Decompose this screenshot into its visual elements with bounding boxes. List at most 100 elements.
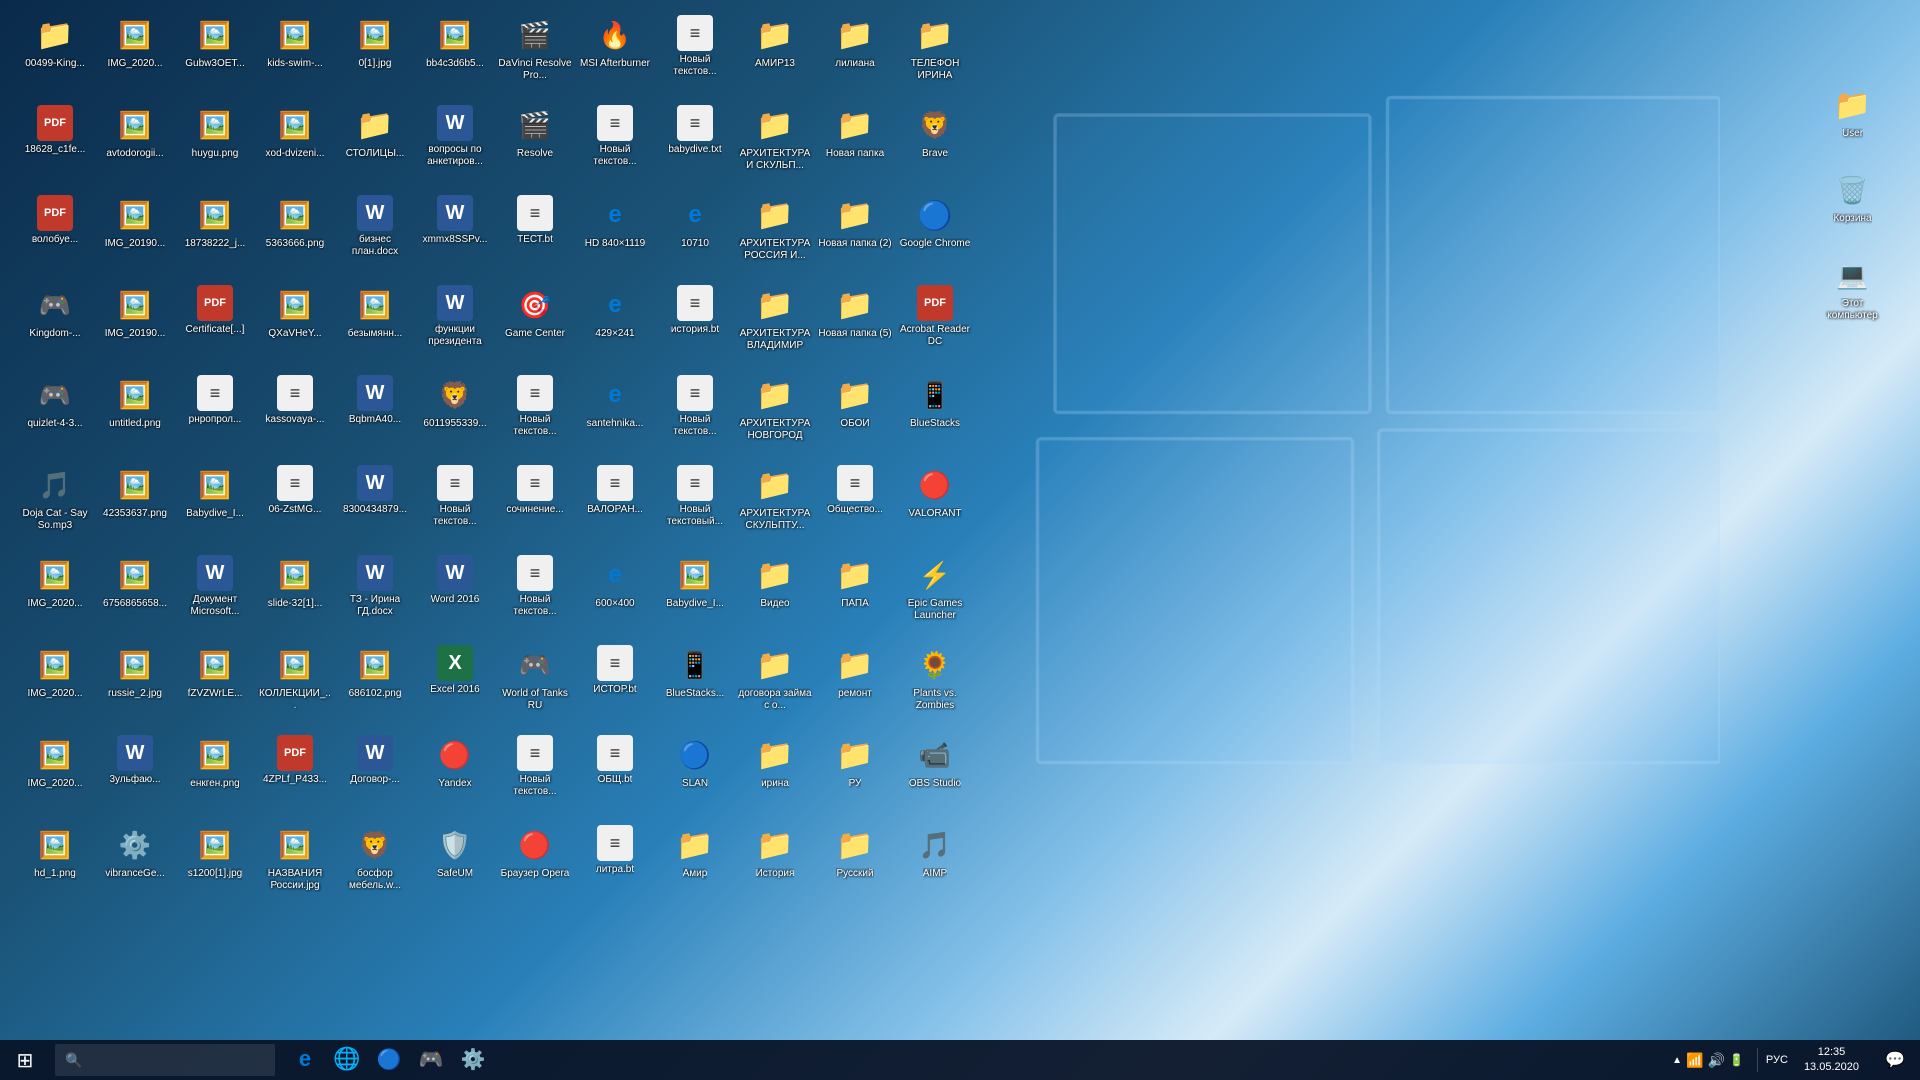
desktop-icon-i101[interactable]: 🔴Yandex	[415, 730, 495, 818]
desktop-icon-i33[interactable]: 📁АРХИТЕКТУРА РОССИЯ И...	[735, 190, 815, 278]
system-clock[interactable]: 12:35 13.05.2020	[1796, 1045, 1867, 1076]
desktop-icon-i73[interactable]: 🖼️6756865658...	[95, 550, 175, 638]
desktop-icon-i61[interactable]: 🖼️42353637.png	[95, 460, 175, 548]
desktop-icon-i10[interactable]: 📁лилиана	[815, 10, 895, 98]
desktop-icon-i46[interactable]: 📁Новая папка (5)	[815, 280, 895, 368]
desktop-icon-i50[interactable]: ≡рнропрол...	[175, 370, 255, 458]
desktop-icon-i92[interactable]: 📱BlueStacks...	[655, 640, 735, 728]
desktop-icon-i7[interactable]: 🔥MSI Afterburner	[575, 10, 655, 98]
desktop-icon-i37[interactable]: 🖼️IMG_20190...	[95, 280, 175, 368]
desktop-icon-i112[interactable]: 🦁босфор мебель.w...	[335, 820, 415, 908]
desktop-icon-i60[interactable]: 🎵Doja Cat - Say So.mp3	[15, 460, 95, 548]
desktop-icon-i100[interactable]: WДоговор-...	[335, 730, 415, 818]
desktop-icon-i66[interactable]: ≡сочинение...	[495, 460, 575, 548]
desktop-icon-i104[interactable]: 🔵SLAN	[655, 730, 735, 818]
desktop-icon-i32[interactable]: e10710	[655, 190, 735, 278]
desktop-icon-i89[interactable]: XExcel 2016	[415, 640, 495, 728]
desktop-icon-i85[interactable]: 🖼️russie_2.jpg	[95, 640, 175, 728]
desktop-icon-i45[interactable]: 📁АРХИТЕКТУРА ВЛАДИМИР	[735, 280, 815, 368]
desktop-icon-i82[interactable]: 📁ПАПА	[815, 550, 895, 638]
desktop-icon-i68[interactable]: ≡Новый текстовый...	[655, 460, 735, 548]
desktop-icon-i78[interactable]: ≡Новый текстов...	[495, 550, 575, 638]
desktop-icon-i18[interactable]: 🎬Resolve	[495, 100, 575, 188]
desktop-icon-i36[interactable]: 🎮Kingdom-...	[15, 280, 95, 368]
desktop-icon-i74[interactable]: WДокумент Microsoft...	[175, 550, 255, 638]
desktop-icon-i79[interactable]: e600×400	[575, 550, 655, 638]
desktop-icon-i67[interactable]: ≡ВАЛОРАН...	[575, 460, 655, 548]
desktop-icon-i2[interactable]: 🖼️Gubw3OET...	[175, 10, 255, 98]
desktop-icon-r1[interactable]: 🗑️Корзина	[1815, 165, 1890, 245]
start-button[interactable]: ⊞	[0, 1040, 50, 1080]
desktop-icon-i16[interactable]: 📁СТОЛИЦЫ...	[335, 100, 415, 188]
desktop-icon-i15[interactable]: 🖼️xod-dvizeni...	[255, 100, 335, 188]
desktop-icon-i47[interactable]: PDFAcrobat Reader DC	[895, 280, 975, 368]
desktop-icon-i0[interactable]: 📁00499-King...	[15, 10, 95, 98]
taskbar-steam[interactable]: 🎮	[411, 1040, 451, 1080]
taskbar-ie[interactable]: 🌐	[327, 1040, 367, 1080]
desktop-icon-i59[interactable]: 📱BlueStacks	[895, 370, 975, 458]
desktop-icon-i75[interactable]: 🖼️slide-32[1]...	[255, 550, 335, 638]
desktop-icon-i49[interactable]: 🖼️untitled.png	[95, 370, 175, 458]
desktop-icon-i63[interactable]: ≡06-ZstMG...	[255, 460, 335, 548]
desktop-icon-i4[interactable]: 🖼️0[1].jpg	[335, 10, 415, 98]
desktop-icon-i48[interactable]: 🎮quizlet-4-3...	[15, 370, 95, 458]
desktop-icon-i97[interactable]: W3ульфаю...	[95, 730, 175, 818]
desktop-icon-i44[interactable]: ≡история.bt	[655, 280, 735, 368]
taskbar-settings[interactable]: ⚙️	[453, 1040, 493, 1080]
desktop-icon-i95[interactable]: 🌻Plants vs. Zombies	[895, 640, 975, 728]
desktop-icon-i83[interactable]: ⚡Epic Games Launcher	[895, 550, 975, 638]
desktop-icon-i40[interactable]: 🖼️безымянн...	[335, 280, 415, 368]
desktop-icon-i77[interactable]: WWord 2016	[415, 550, 495, 638]
desktop-icon-i38[interactable]: PDFCertificate[...]	[175, 280, 255, 368]
notification-center[interactable]: 💬	[1875, 1040, 1915, 1080]
desktop-icon-i34[interactable]: 📁Новая папка (2)	[815, 190, 895, 278]
desktop-icon-i117[interactable]: 📁История	[735, 820, 815, 908]
desktop-icon-i29[interactable]: Wxmmx8SSPv...	[415, 190, 495, 278]
desktop-icon-i99[interactable]: PDF4ZPLf_P433...	[255, 730, 335, 818]
desktop-icon-i3[interactable]: 🖼️kids-swim-...	[255, 10, 335, 98]
desktop-icon-i106[interactable]: 📁РУ	[815, 730, 895, 818]
desktop-icon-i43[interactable]: e429×241	[575, 280, 655, 368]
desktop-icon-i51[interactable]: ≡kassovaya-...	[255, 370, 335, 458]
desktop-icon-i12[interactable]: PDF18628_c1fe...	[15, 100, 95, 188]
desktop-icon-i41[interactable]: Wфункции президента	[415, 280, 495, 368]
desktop-icon-i86[interactable]: 🖼️fZVZWrLE...	[175, 640, 255, 728]
taskbar-search[interactable]: 🔍	[55, 1044, 275, 1076]
desktop-icon-i22[interactable]: 📁Новая папка	[815, 100, 895, 188]
desktop-icon-i98[interactable]: 🖼️енкген.png	[175, 730, 255, 818]
desktop-icon-r0[interactable]: 📁User	[1815, 80, 1890, 160]
desktop-icon-i39[interactable]: 🖼️QXaVHeY...	[255, 280, 335, 368]
desktop-icon-i119[interactable]: 🎵AIMP	[895, 820, 975, 908]
desktop-icon-i113[interactable]: 🛡️SafeUM	[415, 820, 495, 908]
desktop-icon-i70[interactable]: ≡Общество...	[815, 460, 895, 548]
desktop-icon-i96[interactable]: 🖼️IMG_2020...	[15, 730, 95, 818]
desktop-icon-i42[interactable]: 🎯Game Center	[495, 280, 575, 368]
desktop-icon-i25[interactable]: 🖼️IMG_20190...	[95, 190, 175, 278]
desktop-icon-i6[interactable]: 🎬DaVinci Resolve Pro...	[495, 10, 575, 98]
desktop-icon-i108[interactable]: 🖼️hd_1.png	[15, 820, 95, 908]
desktop-icon-i54[interactable]: ≡Новый текстов...	[495, 370, 575, 458]
taskbar-edge[interactable]: e	[285, 1040, 325, 1080]
desktop-icon-i62[interactable]: 🖼️Babydive_I...	[175, 460, 255, 548]
desktop-icon-i80[interactable]: 🖼️Babydive_I...	[655, 550, 735, 638]
desktop-icon-i5[interactable]: 🖼️bb4c3d6b5...	[415, 10, 495, 98]
desktop-icon-i8[interactable]: ≡Новый текстов...	[655, 10, 735, 98]
desktop-icon-i69[interactable]: 📁АРХИТЕКТУРА СКУЛЬПТУ...	[735, 460, 815, 548]
desktop-icon-i56[interactable]: ≡Новый текстов...	[655, 370, 735, 458]
desktop-icon-i114[interactable]: 🔴Браузер Opera	[495, 820, 575, 908]
desktop-icon-i30[interactable]: ≡ТЕСТ.bt	[495, 190, 575, 278]
desktop-icon-i109[interactable]: ⚙️vibranceGe...	[95, 820, 175, 908]
desktop-icon-i88[interactable]: 🖼️686102.png	[335, 640, 415, 728]
desktop-icon-i28[interactable]: Wбизнес план.docx	[335, 190, 415, 278]
desktop-icon-i107[interactable]: 📹OBS Studio	[895, 730, 975, 818]
desktop-icon-i103[interactable]: ≡ОБЩ.bt	[575, 730, 655, 818]
desktop-icon-i53[interactable]: 🦁6011955339...	[415, 370, 495, 458]
desktop-icon-i13[interactable]: 🖼️avtodorogii...	[95, 100, 175, 188]
desktop-icon-i91[interactable]: ≡ИСТОР.bt	[575, 640, 655, 728]
desktop-icon-r2[interactable]: 💻Этот компьютер	[1815, 250, 1890, 330]
taskbar-chrome[interactable]: 🔵	[369, 1040, 409, 1080]
desktop-icon-i35[interactable]: 🔵Google Chrome	[895, 190, 975, 278]
tray-arrow[interactable]: ▲	[1672, 1055, 1682, 1066]
desktop-icon-i93[interactable]: 📁договора займа с о...	[735, 640, 815, 728]
desktop-icon-i14[interactable]: 🖼️huygu.png	[175, 100, 255, 188]
